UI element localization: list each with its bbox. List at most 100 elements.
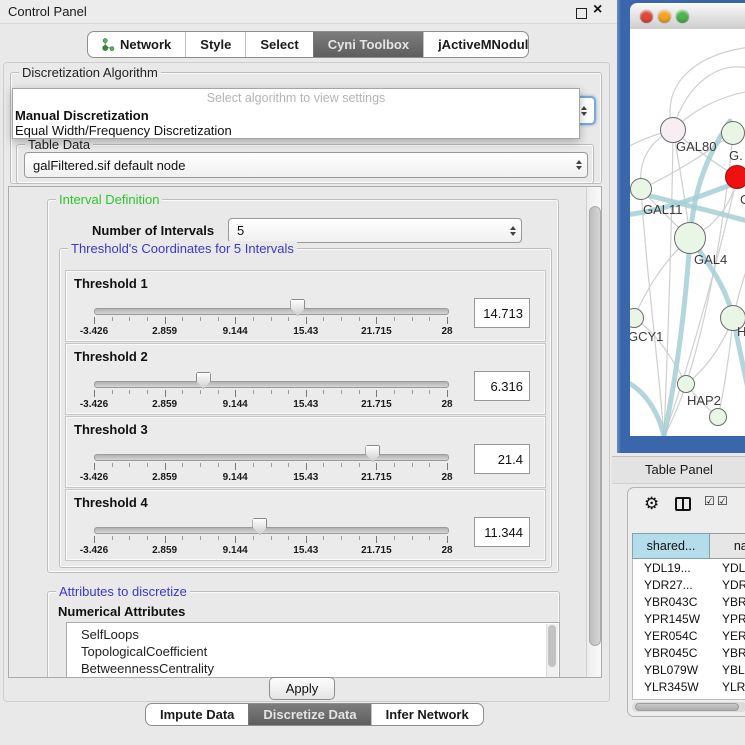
cell-shared-name: YER054C <box>644 628 697 645</box>
attribute-item-selfloops[interactable]: SelfLoops <box>81 626 521 643</box>
table-data-combobox[interactable]: galFiltered.sif default node <box>24 152 588 178</box>
tick-mark <box>359 536 360 540</box>
tab-discretize-data[interactable]: Discretize Data <box>248 704 370 725</box>
network-node-c[interactable] <box>725 165 745 189</box>
combo-spinner-icon[interactable] <box>571 153 587 177</box>
threshold-slider-track[interactable] <box>94 454 449 461</box>
gear-icon[interactable]: ⚙ <box>644 494 659 514</box>
algorithm-option-equal-width-frequency-discretization[interactable]: Equal Width/Frequency Discretization <box>13 123 579 138</box>
threshold-label: Threshold 4 <box>74 495 148 510</box>
tick-mark <box>271 463 272 467</box>
network-node-hap2[interactable] <box>677 375 695 393</box>
tab-cyni-toolbox[interactable]: Cyni Toolbox <box>313 32 423 57</box>
num-intervals-combobox[interactable]: 5 <box>228 218 522 243</box>
checkbox-icon[interactable]: ☑ <box>717 494 728 508</box>
threshold-value-field[interactable]: 14.713 <box>474 298 530 328</box>
table-row[interactable]: YBR045CYBR0 <box>633 645 745 662</box>
tick-label: 9.144 <box>223 399 248 410</box>
tick-mark <box>235 317 236 324</box>
threshold-slider-track[interactable] <box>94 308 449 315</box>
tab-select[interactable]: Select <box>245 32 312 57</box>
table-panel: ⚙ ☑ ☑ shared... name YDL19...YDL1YDR27..… <box>627 487 745 717</box>
table-row[interactable]: YDL19...YDL1 <box>633 560 745 577</box>
node-label-gcy1: GCY1 <box>630 329 663 344</box>
attribute-item-betweennesscentrality[interactable]: BetweennessCentrality <box>81 660 521 677</box>
table-row[interactable]: YBL079WYBL0 <box>633 662 745 679</box>
tick-mark <box>359 390 360 394</box>
table-row[interactable]: YER054CYER0 <box>633 628 745 645</box>
column-header-name[interactable]: name <box>710 533 745 559</box>
network-node-gal4[interactable] <box>674 222 706 254</box>
algorithm-option-manual-discretization[interactable]: Manual Discretization <box>13 108 579 123</box>
tick-mark <box>129 463 130 467</box>
threshold-slider-track[interactable] <box>94 381 449 388</box>
control-panel-header: Control Panel × <box>0 0 617 24</box>
tick-mark <box>306 463 307 470</box>
table-row[interactable]: YBR043CYBR0 <box>633 594 745 611</box>
network-canvas[interactable]: GAL80G.CGAL11GAL4GCY1HHAP2 <box>630 29 745 436</box>
threshold-slider-track[interactable] <box>94 527 449 534</box>
tab-label: Infer Network <box>386 707 469 722</box>
cell-shared-name: YLR345W <box>644 679 699 696</box>
tick-mark <box>200 390 201 394</box>
tick-label: -3.426 <box>80 399 108 410</box>
tick-label: 15.43 <box>293 545 318 556</box>
network-node-g[interactable] <box>721 121 745 145</box>
cell-shared-name: YBR043C <box>644 594 697 611</box>
node-label-gal4: GAL4 <box>694 252 727 267</box>
network-node-gal11[interactable] <box>630 178 652 200</box>
settings-scrollbar[interactable] <box>586 187 601 677</box>
tick-mark <box>306 390 307 397</box>
checkbox-icon[interactable]: ☑ <box>704 494 715 508</box>
tab-impute-data[interactable]: Impute Data <box>146 704 248 725</box>
threshold-value-field[interactable]: 6.316 <box>474 371 530 401</box>
attribute-item-topologicalcoefficient[interactable]: TopologicalCoefficient <box>81 643 521 660</box>
tick-label: 2.859 <box>152 326 177 337</box>
tab-jactivemnodules[interactable]: jActiveMNodules <box>423 32 529 57</box>
minimize-window-button[interactable] <box>658 10 671 23</box>
tick-mark <box>447 317 448 324</box>
tick-mark <box>129 390 130 394</box>
combo-spinner-icon[interactable] <box>505 219 521 242</box>
cell-shared-name: YBL079W <box>644 662 698 679</box>
tick-mark <box>112 463 113 467</box>
threshold-value-field[interactable]: 21.4 <box>474 444 530 474</box>
numerical-attributes-list[interactable]: SelfLoopsTopologicalCoefficientBetweenne… <box>66 622 560 678</box>
close-panel-icon[interactable]: × <box>593 1 602 19</box>
node-label-gal11: GAL11 <box>643 202 683 217</box>
table-row[interactable]: YPR145WYPR1 <box>633 611 745 628</box>
tick-mark <box>112 390 113 394</box>
tick-mark <box>306 536 307 543</box>
threshold-value-field[interactable]: 11.344 <box>474 517 530 547</box>
list-scrollbar[interactable] <box>546 624 558 678</box>
tick-mark <box>112 536 113 540</box>
tick-label: 9.144 <box>223 326 248 337</box>
tab-style[interactable]: Style <box>185 32 245 57</box>
table-row[interactable]: YIL052CYIL0 <box>633 696 745 700</box>
table-row[interactable]: YLR345WYLR3 <box>633 679 745 696</box>
threshold-panel-3: Threshold 3-3.4262.8599.14415.4321.71528… <box>65 416 546 488</box>
close-window-button[interactable] <box>640 10 653 23</box>
tab-infer-network[interactable]: Infer Network <box>371 704 483 725</box>
table-hscrollbar[interactable] <box>632 702 745 712</box>
tick-mark <box>271 390 272 394</box>
float-window-icon[interactable] <box>576 8 587 19</box>
tick-mark <box>253 390 254 394</box>
network-window-titlebar[interactable] <box>630 3 745 31</box>
table-row[interactable]: YDR27...YDR2 <box>633 577 745 594</box>
cell-shared-name: YDL19... <box>644 560 691 577</box>
tab-label: Style <box>200 37 231 52</box>
table-data-value: galFiltered.sif default node <box>33 158 185 173</box>
tab-label: Network <box>120 37 171 52</box>
tab-network[interactable]: Network <box>88 32 185 57</box>
network-node[interactable] <box>709 408 727 426</box>
zoom-window-button[interactable] <box>676 10 689 23</box>
apply-button[interactable]: Apply <box>269 677 335 700</box>
threshold-label: Threshold 1 <box>74 276 148 291</box>
column-header-shared-name[interactable]: shared... <box>632 533 710 559</box>
group-title: Threshold's Coordinates for 5 Intervals <box>68 241 297 256</box>
split-view-icon[interactable] <box>675 497 691 511</box>
tick-mark <box>253 536 254 540</box>
tick-label: -3.426 <box>80 545 108 556</box>
tick-mark <box>129 317 130 321</box>
